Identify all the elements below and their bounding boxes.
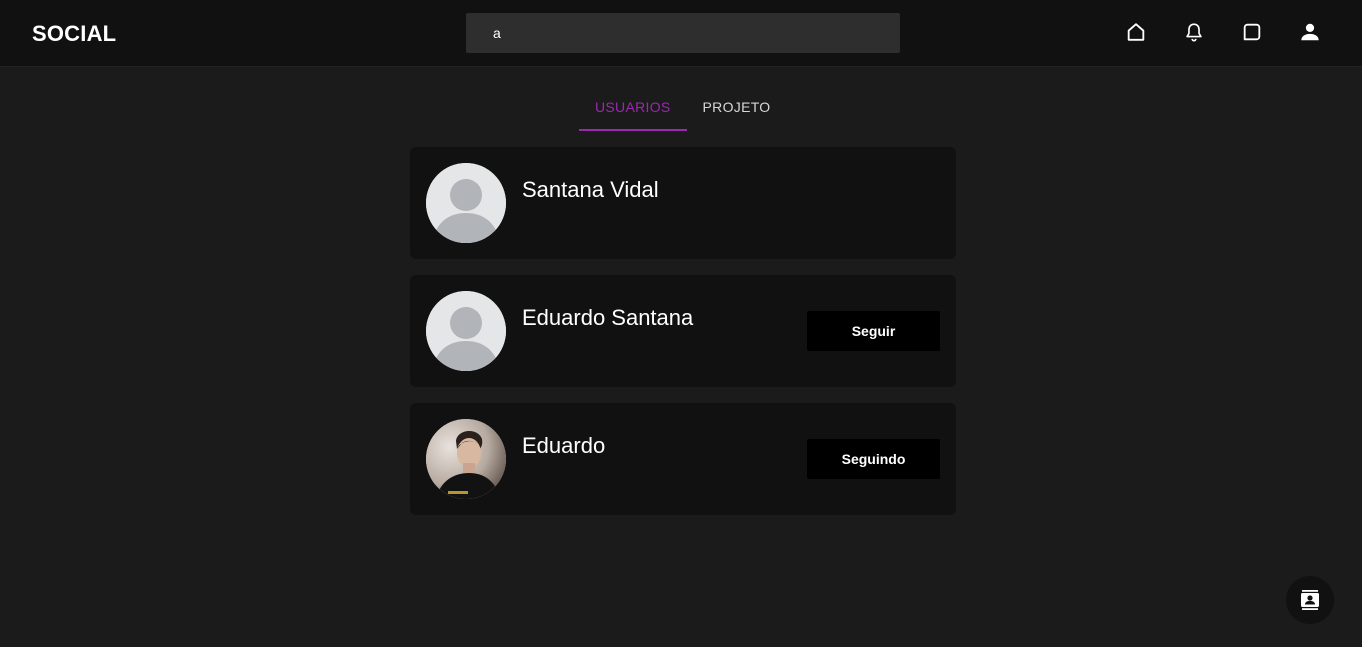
default-avatar-icon: [426, 163, 506, 243]
following-button[interactable]: Seguindo: [807, 439, 940, 479]
profile-photo: [426, 419, 506, 499]
user-card[interactable]: Eduardo Seguindo: [410, 403, 956, 515]
bell-icon[interactable]: [1180, 18, 1208, 46]
chat-icon[interactable]: [1238, 18, 1266, 46]
brand-logo[interactable]: SOCIAL: [32, 21, 116, 47]
follow-button[interactable]: Seguir: [807, 311, 940, 351]
contacts-fab[interactable]: [1286, 576, 1334, 624]
avatar[interactable]: [426, 419, 506, 499]
person-icon[interactable]: [1296, 18, 1324, 46]
user-name[interactable]: Eduardo: [522, 433, 605, 459]
user-name[interactable]: Eduardo Santana: [522, 305, 693, 331]
user-card[interactable]: Santana Vidal: [410, 147, 956, 259]
search-input[interactable]: [466, 13, 900, 53]
avatar[interactable]: [426, 163, 506, 243]
top-bar: SOCIAL: [0, 0, 1362, 67]
tab-bar: USUARIOS PROJETO: [579, 88, 787, 131]
home-icon[interactable]: [1122, 18, 1150, 46]
user-name[interactable]: Santana Vidal: [522, 177, 659, 203]
avatar[interactable]: [426, 291, 506, 371]
contacts-icon: [1301, 590, 1319, 610]
default-avatar-icon: [426, 291, 506, 371]
user-card[interactable]: Eduardo Santana Seguir: [410, 275, 956, 387]
tab-usuarios[interactable]: USUARIOS: [579, 88, 687, 131]
tab-projeto[interactable]: PROJETO: [687, 88, 787, 131]
